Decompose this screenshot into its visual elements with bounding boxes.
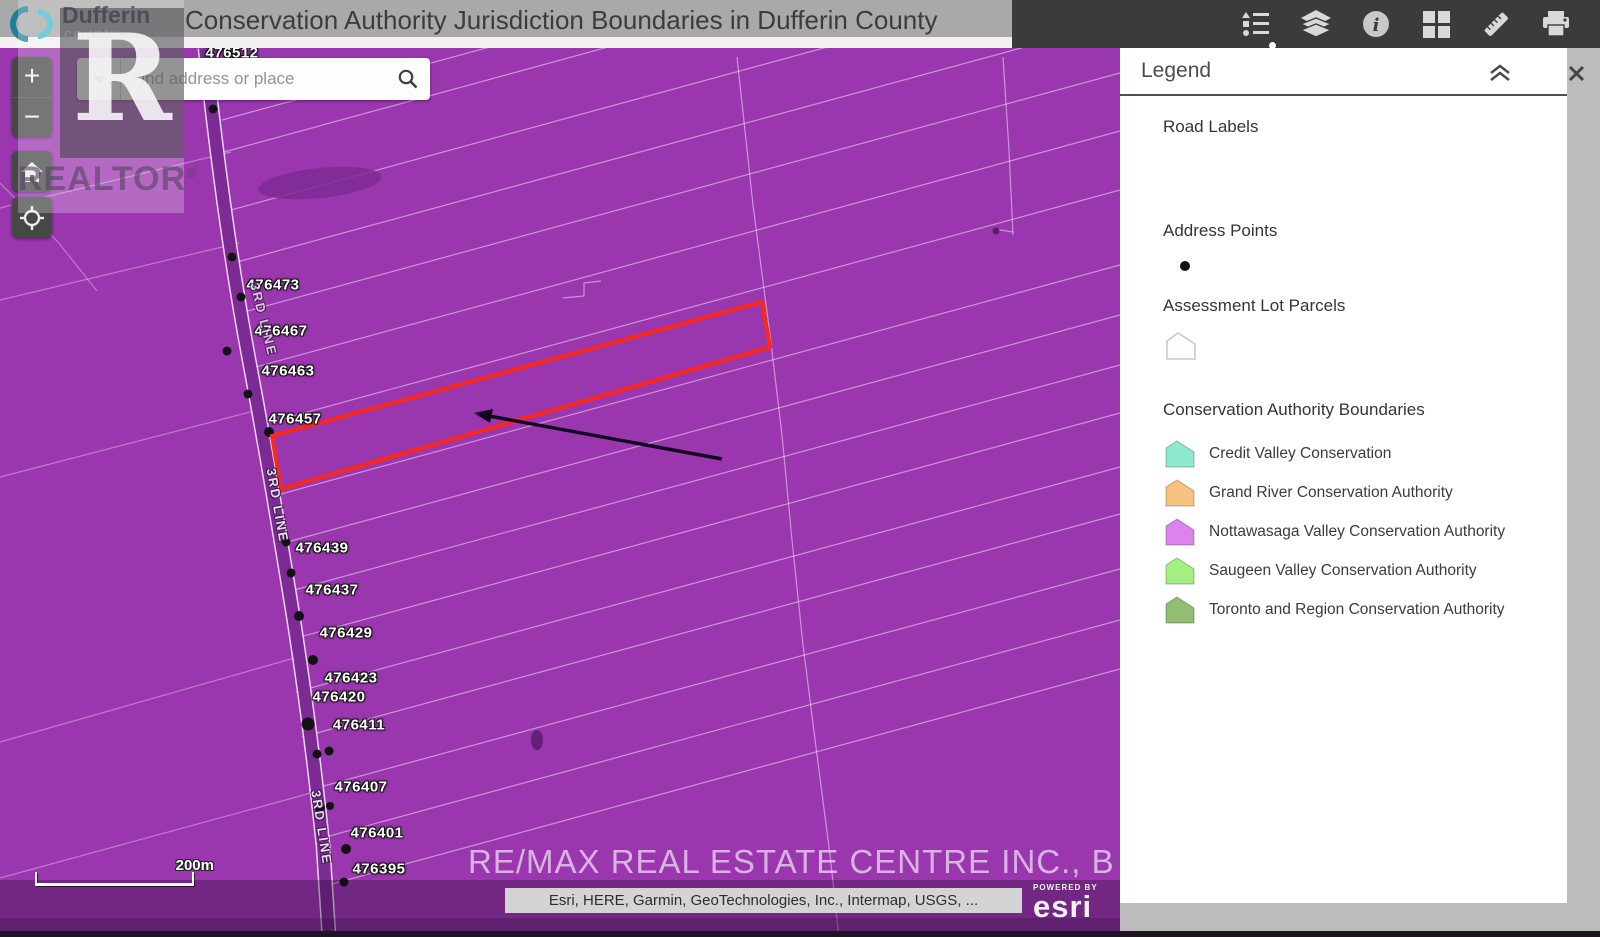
header-lower-strip (0, 37, 1012, 48)
bottom-edge-strip (0, 931, 1600, 937)
address-label: 476420 (312, 689, 365, 706)
ca-swatch (1165, 479, 1195, 507)
layers-icon (1301, 10, 1331, 38)
print-tool-button[interactable] (1540, 8, 1572, 40)
panel-vertical-scrollbar[interactable] (1567, 48, 1600, 903)
legend-item: Saugeen Valley Conservation Authority (1165, 557, 1477, 585)
legend-item-label: Credit Valley Conservation (1209, 445, 1391, 463)
layer-road-labels[interactable]: Road Labels (1163, 117, 1258, 137)
legend-item: Nottawasaga Valley Conservation Authorit… (1165, 518, 1505, 546)
zoom-in-button[interactable]: + (12, 57, 52, 97)
address-label: 476401 (350, 825, 403, 842)
close-icon (1568, 65, 1585, 82)
address-label: 476411 (333, 717, 385, 734)
legend-item: Credit Valley Conservation (1165, 440, 1391, 468)
locate-button[interactable] (12, 197, 52, 238)
address-label: 476457 (268, 411, 321, 428)
search-box (77, 58, 430, 100)
dufferin-county-logo: Dufferin county (8, 3, 150, 45)
svg-text:i: i (1373, 15, 1380, 36)
selected-parcel-outline (272, 302, 770, 489)
esri-brand-text: esri (1033, 891, 1098, 922)
logo-sub-text: county (64, 27, 150, 42)
info-icon: i (1362, 10, 1390, 38)
widget-toolbar: i (1240, 8, 1572, 40)
legend-list-icon (1242, 11, 1270, 37)
address-point-symbol (1180, 261, 1190, 271)
ca-swatch (1165, 518, 1195, 546)
locate-icon (20, 206, 44, 230)
powered-by-esri-logo: POWERED BY esri (1033, 884, 1098, 922)
legend-item-label: Grand River Conservation Authority (1209, 484, 1453, 502)
address-label: 476439 (295, 540, 348, 557)
panel-divider (1120, 94, 1567, 96)
search-source-dropdown[interactable] (77, 58, 121, 100)
panel-horizontal-scrollbar[interactable] (1120, 903, 1600, 931)
parcel-outline-symbol (1165, 331, 1197, 361)
search-icon (397, 68, 419, 90)
home-icon (21, 162, 43, 182)
search-submit[interactable] (386, 68, 430, 90)
ca-swatch (1165, 596, 1195, 624)
legend-item-label: Saugeen Valley Conservation Authority (1209, 562, 1477, 580)
double-chevron-up-icon (1488, 64, 1512, 82)
legend-item: Grand River Conservation Authority (1165, 479, 1453, 507)
map-canvas[interactable]: 476512 476473 476467 476463 476457 47643… (0, 0, 1120, 937)
layer-ca-boundaries[interactable]: Conservation Authority Boundaries (1163, 400, 1425, 420)
legend-item: Toronto and Region Conservation Authorit… (1165, 596, 1505, 624)
zoom-control: + − (12, 57, 52, 137)
home-button[interactable] (12, 151, 52, 192)
logo-name-text: Dufferin (62, 3, 150, 27)
info-tool-button[interactable]: i (1360, 8, 1392, 40)
basemap-tool-button[interactable] (1420, 8, 1452, 40)
ca-swatch (1165, 440, 1195, 468)
layers-tool-button[interactable] (1300, 8, 1332, 40)
legend-panel: Legend Road Labels Address Points Assess… (1120, 48, 1600, 931)
chevron-down-icon (92, 75, 106, 84)
legend-panel-title: Legend (1141, 59, 1211, 83)
map-vector-layer (0, 0, 1120, 937)
print-icon (1542, 11, 1570, 37)
address-label: 476423 (324, 670, 377, 687)
address-label: 476395 (352, 861, 405, 878)
measure-ruler-icon (1481, 9, 1511, 39)
address-label: 476429 (319, 625, 372, 642)
panel-close-button[interactable] (1568, 65, 1585, 87)
address-label: 476437 (305, 582, 358, 599)
panel-collapse-button[interactable] (1488, 64, 1512, 87)
layer-assessment-parcels[interactable]: Assessment Lot Parcels (1163, 296, 1345, 316)
basemap-grid-icon (1423, 11, 1450, 38)
remax-watermark: RE/MAX REAL ESTATE CENTRE INC., Brokerag… (468, 843, 1116, 881)
map-attribution: Esri, HERE, Garmin, GeoTechnologies, Inc… (505, 888, 1022, 913)
app-window: 476512 476473 476467 476463 476457 47643… (0, 0, 1600, 937)
address-label: 476407 (334, 779, 387, 796)
zoom-out-button[interactable]: − (12, 97, 52, 138)
search-input[interactable] (121, 69, 386, 89)
address-label: 476463 (261, 363, 314, 380)
dufferin-logo-mark-icon (8, 3, 58, 45)
measure-tool-button[interactable] (1480, 8, 1512, 40)
ca-swatch (1165, 557, 1195, 585)
legend-tool-button[interactable] (1240, 8, 1272, 40)
legend-item-label: Nottawasaga Valley Conservation Authorit… (1209, 523, 1505, 541)
app-title: Conservation Authority Jurisdiction Boun… (185, 5, 937, 36)
scalebar (35, 872, 194, 886)
layer-address-points[interactable]: Address Points (1163, 221, 1277, 241)
legend-item-label: Toronto and Region Conservation Authorit… (1209, 601, 1505, 619)
